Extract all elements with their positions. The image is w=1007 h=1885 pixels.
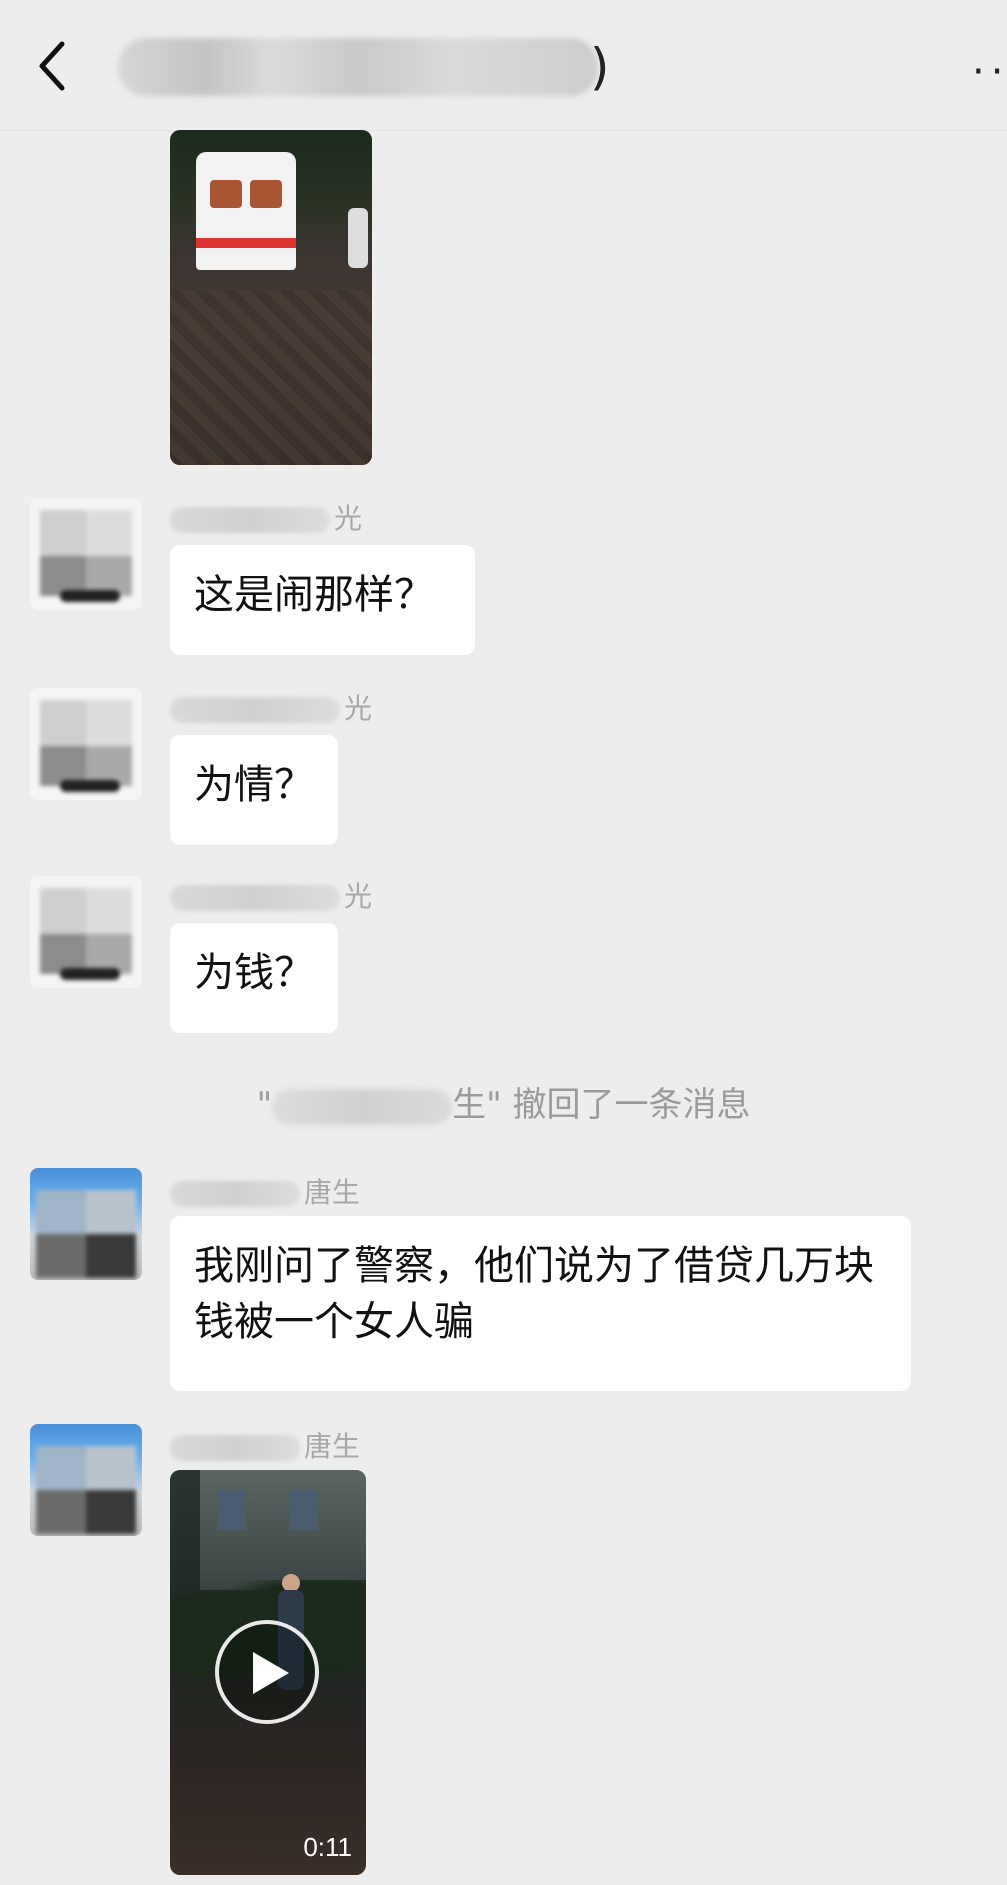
chat-header: ) ··· xyxy=(0,0,1007,131)
sender-name: 光 xyxy=(170,880,372,914)
group-title-redacted xyxy=(118,38,598,96)
video-frame-ground xyxy=(170,290,372,465)
avatar[interactable] xyxy=(30,1168,142,1280)
sender-name: 光 xyxy=(170,692,372,726)
recall-notice: " 生" 撤回了一条消息 xyxy=(256,1085,751,1125)
message-bubble[interactable]: 我刚问了警察，他们说为了借贷几万块钱被一个女人骗 xyxy=(170,1216,911,1391)
video-duration: 0:11 xyxy=(303,1832,352,1862)
message-bubble[interactable]: 这是闹那样？ xyxy=(170,545,475,655)
avatar[interactable] xyxy=(30,876,142,988)
sender-name: 光 xyxy=(170,502,362,536)
video-frame-ambulance xyxy=(196,152,296,270)
recalled-sender-redacted xyxy=(272,1088,453,1125)
play-icon[interactable] xyxy=(215,1620,319,1724)
avatar[interactable] xyxy=(30,498,142,610)
message-bubble[interactable]: 为情？ xyxy=(170,735,338,845)
video-message-ambulance[interactable] xyxy=(170,130,372,465)
group-member-count-paren: ) xyxy=(590,38,610,96)
video-frame-building xyxy=(200,1470,366,1590)
avatar[interactable] xyxy=(30,1424,142,1536)
message-bubble[interactable]: 为钱？ xyxy=(170,923,338,1033)
video-frame-person xyxy=(348,208,368,268)
video-message-police[interactable]: 0:11 xyxy=(170,1470,366,1875)
sender-name: 唐生 xyxy=(170,1176,360,1210)
sender-name: 唐生 xyxy=(170,1430,360,1464)
more-options-icon[interactable]: ··· xyxy=(972,52,1007,92)
back-arrow-icon[interactable] xyxy=(34,40,74,92)
avatar[interactable] xyxy=(30,688,142,800)
